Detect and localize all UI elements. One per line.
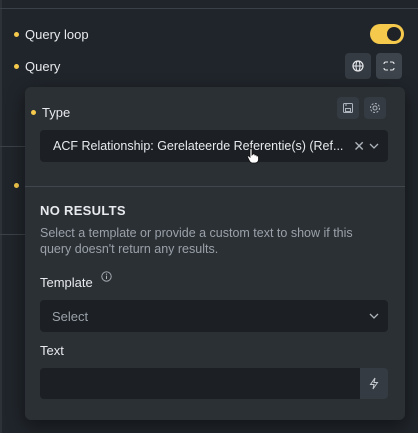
globe-button[interactable]	[345, 53, 371, 79]
type-select[interactable]: ACF Relationship: Gerelateerde Referenti…	[40, 130, 388, 164]
text-label: Text	[40, 343, 64, 358]
no-results-description-line1: Select a template or provide a custom te…	[40, 226, 353, 240]
template-select-placeholder: Select	[52, 308, 89, 324]
query-row: Query	[14, 59, 60, 74]
left-divider-1	[0, 146, 25, 147]
text-input[interactable]	[40, 368, 360, 399]
type-label: Type	[42, 105, 71, 120]
link-icon	[383, 61, 395, 71]
globe-icon	[352, 60, 364, 72]
dynamic-data-button[interactable]	[360, 368, 388, 399]
hand-cursor-icon	[246, 148, 259, 164]
chevron-down-icon	[369, 313, 379, 319]
left-divider-2	[0, 234, 25, 235]
top-divider	[0, 8, 418, 9]
query-settings-button[interactable]	[376, 53, 402, 79]
type-field-label: Type	[31, 105, 70, 120]
hidden-row-indicator-dot	[14, 183, 19, 188]
section-divider	[25, 186, 405, 187]
query-loop-label: Query loop	[25, 27, 89, 42]
query-loop-toggle[interactable]	[370, 24, 404, 44]
query-indicator-dot	[14, 64, 19, 69]
query-loop-indicator-dot	[14, 32, 19, 37]
type-select-value: ACF Relationship: Gerelateerde Referenti…	[53, 139, 344, 153]
template-label: Template	[40, 275, 93, 290]
query-loop-row: Query loop	[14, 27, 89, 42]
save-query-button[interactable]	[337, 97, 359, 119]
info-icon[interactable]	[101, 271, 112, 282]
toggle-knob	[387, 27, 401, 41]
type-indicator-dot	[31, 110, 36, 115]
left-edge-line	[0, 0, 2, 433]
lightning-bolt-icon	[369, 377, 379, 390]
type-settings-button[interactable]	[364, 97, 386, 119]
clear-icon[interactable]: ✕	[353, 138, 365, 155]
query-label: Query	[25, 59, 61, 74]
query-panel: Type ACF Relationship: Gerelateerde Refe…	[25, 87, 405, 420]
no-results-heading: NO RESULTS	[40, 203, 126, 218]
save-icon	[343, 103, 353, 113]
chevron-down-icon	[369, 143, 379, 149]
gear-icon	[370, 103, 380, 113]
no-results-description-line2: query doesn't return any results.	[40, 242, 219, 256]
template-select[interactable]: Select	[40, 300, 388, 332]
